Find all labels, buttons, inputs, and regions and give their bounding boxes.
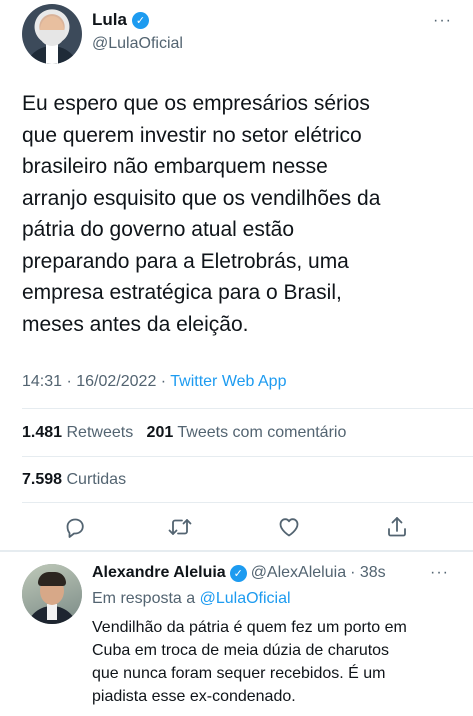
divider [22, 456, 473, 457]
tweet-stats-likes: 7.598 Curtidas [22, 471, 126, 489]
reply-text-line: Cuba em troca de meia dúzia de charutos [92, 642, 390, 659]
like-icon[interactable] [276, 514, 302, 540]
tweet-text-line: preparando para a Eletrobrás, uma [22, 249, 349, 273]
more-icon[interactable]: ··· [430, 564, 449, 582]
retweet-icon[interactable] [167, 514, 193, 540]
divider [0, 550, 473, 552]
reply-icon[interactable] [62, 514, 88, 540]
reply-author-handle[interactable]: @AlexAleluia [251, 564, 346, 582]
author-name-row: Lula ✓ [92, 10, 149, 30]
more-icon[interactable]: ··· [433, 12, 452, 30]
tweet-text-line: meses antes da eleição. [22, 312, 249, 336]
tweet-text-line: que querem investir no setor elétrico [22, 123, 362, 147]
likes-count[interactable]: 7.598 [22, 471, 62, 488]
verified-badge-icon: ✓ [229, 564, 247, 582]
in-reply-mention[interactable]: @LulaOficial [200, 590, 291, 607]
tweet-text-line: Eu espero que os empresários sérios [22, 92, 370, 115]
reply-author-avatar[interactable] [22, 564, 82, 624]
verified-badge-icon: ✓ [131, 11, 149, 29]
reply-tweet[interactable]: Alexandre Aleluia ✓ @AlexAleluia · 38s ··… [0, 556, 473, 716]
author-avatar[interactable] [22, 4, 82, 64]
tweet-header: Lula ✓ @LulaOficial ··· [22, 4, 462, 64]
tweet-timestamp[interactable]: 14:31 · 16/02/2022 · [22, 373, 170, 390]
author-handle[interactable]: @LulaOficial [92, 35, 183, 53]
quotes-count[interactable]: 201 [147, 424, 174, 441]
in-reply-to: Em resposta a @LulaOficial [92, 590, 291, 608]
reply-header: Alexandre Aleluia ✓ @AlexAleluia · 38s [92, 564, 386, 582]
reply-text: Vendilhão da pátria é quem fez um porto … [92, 616, 462, 708]
reply-text-line: piadista esse ex-condenado. [92, 688, 296, 705]
retweets-count[interactable]: 1.481 [22, 424, 62, 441]
tweet-text-line: brasileiro não embarquem nesse [22, 155, 328, 178]
reply-text-line: Vendilhão da pátria é quem fez um porto … [92, 619, 407, 636]
reply-author-name[interactable]: Alexandre Aleluia [92, 564, 226, 582]
likes-label[interactable]: Curtidas [67, 471, 127, 488]
reply-text-line: que nunca foram sequer recebidos. É um [92, 665, 386, 682]
tweet-source-link[interactable]: Twitter Web App [170, 373, 286, 390]
tweet-text: Eu espero que os empresários sérios que … [22, 88, 452, 340]
divider [22, 502, 473, 503]
author-name[interactable]: Lula [92, 10, 127, 30]
reply-time[interactable]: · 38s [350, 564, 386, 582]
retweets-label[interactable]: Retweets [67, 424, 134, 441]
quotes-label[interactable]: Tweets com comentário [177, 424, 346, 441]
reply-actions-cutoff [92, 706, 392, 716]
tweet-text-line: arranjo esquisito que os vendilhões da [22, 186, 381, 210]
share-icon[interactable] [384, 514, 410, 540]
in-reply-prefix: Em resposta a [92, 590, 200, 607]
tweet-text-line: pátria do governo atual estão [22, 218, 295, 241]
tweet-meta: 14:31 · 16/02/2022 · Twitter Web App [22, 373, 286, 391]
tweet-stats-retweets: 1.481 Retweets 201 Tweets com comentário [22, 424, 346, 442]
divider [22, 408, 473, 409]
tweet-actions [0, 508, 473, 548]
tweet-text-line: empresa estratégica para o Brasil, [22, 281, 342, 304]
